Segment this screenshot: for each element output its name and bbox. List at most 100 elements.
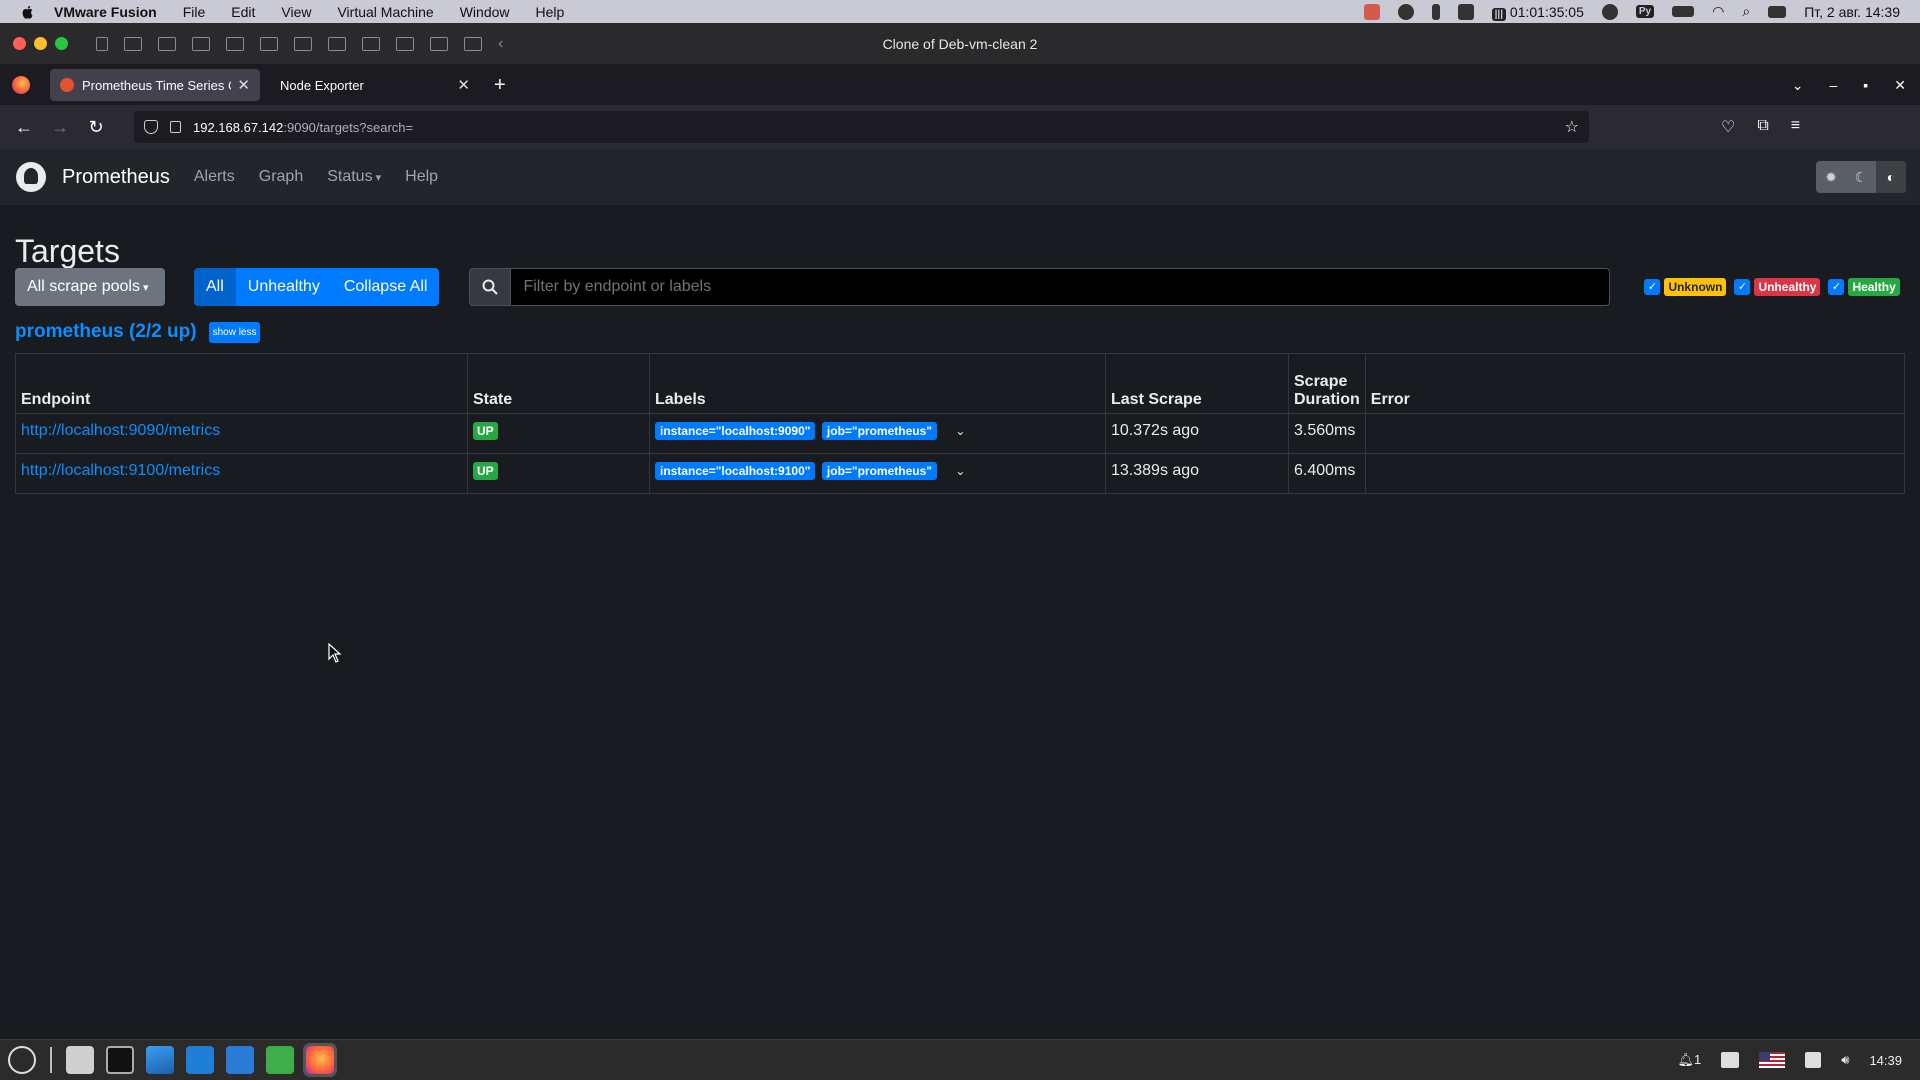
extensions-icon[interactable]: ⧉ <box>1757 117 1768 137</box>
menu-help[interactable]: Help <box>536 4 565 20</box>
k-app-icon[interactable] <box>1457 3 1474 20</box>
navigation-icon[interactable] <box>1397 3 1414 20</box>
nav-alerts[interactable]: Alerts <box>194 168 235 186</box>
unknown-checkbox[interactable]: ✓ <box>1644 279 1661 295</box>
healthy-checkbox[interactable]: ✓ <box>1828 279 1845 295</box>
url-bar[interactable]: 192.168.67.142:9090/targets?search= ☆ <box>134 111 1589 143</box>
tracking-protection-icon[interactable] <box>144 120 158 134</box>
wireshark-icon[interactable] <box>146 1046 174 1074</box>
control-center-icon[interactable] <box>1768 5 1787 18</box>
brand-link[interactable]: Prometheus <box>62 166 170 189</box>
snapshot-icon[interactable] <box>158 36 176 51</box>
settings-wrench-icon[interactable] <box>192 36 210 51</box>
start-menu-icon[interactable] <box>8 1046 36 1074</box>
location-pin-icon[interactable] <box>1431 3 1440 20</box>
scrape-pools-dropdown[interactable]: All scrape pools <box>15 268 165 306</box>
pause-icon[interactable] <box>96 36 108 51</box>
zoom-window-icon[interactable] <box>55 37 68 50</box>
disk-icon[interactable] <box>260 36 278 51</box>
endpoint-link[interactable]: http://localhost:9090/metrics <box>21 422 220 439</box>
writer-icon[interactable] <box>226 1046 254 1074</box>
input-language[interactable]: Ру <box>1635 5 1655 18</box>
close-tab-icon[interactable]: ✕ <box>237 76 250 94</box>
notifications-icon[interactable]: 🔔︎1 <box>1678 1052 1702 1068</box>
light-theme-icon[interactable]: ✹ <box>1816 169 1846 186</box>
taskbar-clock[interactable]: 14:39 <box>1869 1053 1902 1068</box>
bluetooth-icon[interactable] <box>430 36 448 51</box>
printer-icon[interactable] <box>1721 1052 1740 1068</box>
bookmark-star-icon[interactable]: ☆ <box>1565 117 1579 137</box>
unhealthy-checkbox[interactable]: ✓ <box>1734 279 1751 295</box>
collapse-toolbar-icon[interactable]: ‹ <box>498 35 516 51</box>
scrape-pool-link[interactable]: prometheus (2/2 up) <box>15 321 197 343</box>
app-status-icon[interactable] <box>1363 3 1380 20</box>
close-window-icon[interactable] <box>13 37 26 50</box>
endpoint-link[interactable]: http://localhost:9100/metrics <box>21 462 220 479</box>
close-tab-icon[interactable]: ✕ <box>457 76 470 94</box>
sound-icon[interactable] <box>328 36 346 51</box>
table-row: http://localhost:9090/metrics UP instanc… <box>15 413 1906 454</box>
battery-icon[interactable] <box>1672 6 1695 17</box>
network-icon[interactable] <box>1805 1052 1822 1068</box>
search-input[interactable] <box>511 268 1611 306</box>
auto-theme-icon[interactable]: ◐ <box>1876 161 1906 193</box>
pocket-icon[interactable]: ♡ <box>1721 117 1735 137</box>
calc-icon[interactable] <box>266 1046 294 1074</box>
expand-labels-chevron-icon[interactable]: ⌄ <box>955 464 965 478</box>
share-icon[interactable] <box>226 36 244 51</box>
volume-icon[interactable]: 🔊︎ <box>1841 1052 1849 1068</box>
hamburger-menu-icon[interactable]: ≡ <box>1791 117 1800 137</box>
stop-icon[interactable] <box>124 36 142 51</box>
spotlight-search-icon[interactable]: ⌕ <box>1742 3 1750 20</box>
maximize-icon[interactable]: ▪ <box>1863 77 1868 93</box>
vscode-icon[interactable] <box>186 1046 214 1074</box>
page-title: Targets <box>15 233 120 269</box>
close-icon[interactable]: ✕ <box>1894 77 1906 94</box>
wifi-icon[interactable]: ◠ <box>1712 3 1724 20</box>
health-filters: ✓ Unknown ✓ Unhealthy ✓ Healthy <box>1644 278 1903 296</box>
minimize-window-icon[interactable] <box>34 37 47 50</box>
play-icon[interactable] <box>1601 3 1618 20</box>
window-controls <box>13 37 68 50</box>
firefox-menu-icon[interactable] <box>12 76 30 94</box>
back-icon[interactable]: ← <box>6 117 42 138</box>
timer-display[interactable]: ||| 01:01:35:05 <box>1491 4 1584 21</box>
dark-theme-icon[interactable]: ☾ <box>1846 169 1876 186</box>
expand-labels-chevron-icon[interactable]: ⌄ <box>955 424 965 438</box>
label-badge: job="prometheus" <box>821 422 937 440</box>
tab-node-exporter[interactable]: Node Exporter ✕ <box>270 69 480 101</box>
tab-prometheus[interactable]: Prometheus Time Series Colle ✕ <box>50 69 260 101</box>
menubar-datetime[interactable]: Пт, 2 авг. 14:39 <box>1804 4 1900 20</box>
minimize-icon[interactable]: – <box>1830 77 1838 93</box>
collapse-all-button[interactable]: Collapse All <box>331 268 440 306</box>
new-tab-button[interactable]: + <box>494 74 506 97</box>
show-less-button[interactable]: show less <box>208 321 261 343</box>
filter-all-button[interactable]: All <box>194 268 236 306</box>
prometheus-logo-icon[interactable] <box>16 162 46 192</box>
forward-icon[interactable]: → <box>42 117 78 138</box>
page-info-icon[interactable] <box>170 121 181 133</box>
camera-icon[interactable] <box>362 36 380 51</box>
terminal-icon[interactable] <box>106 1046 134 1074</box>
usb-icon[interactable] <box>396 36 414 51</box>
menu-file[interactable]: File <box>183 4 206 20</box>
menu-window[interactable]: Window <box>460 4 510 20</box>
menu-view[interactable]: View <box>281 4 311 20</box>
filter-unhealthy-button[interactable]: Unhealthy <box>235 268 332 306</box>
network-icon[interactable] <box>464 36 482 51</box>
printer-icon[interactable] <box>294 36 312 51</box>
menu-virtual-machine[interactable]: Virtual Machine <box>337 4 433 20</box>
file-manager-icon[interactable] <box>66 1046 94 1074</box>
reload-icon[interactable]: ↻ <box>78 117 114 138</box>
firefox-icon[interactable] <box>303 1043 337 1077</box>
apple-icon[interactable] <box>20 4 36 20</box>
nav-status-dropdown[interactable]: Status <box>327 168 381 186</box>
nav-graph[interactable]: Graph <box>259 168 303 186</box>
keyboard-layout-flag-icon[interactable] <box>1759 1052 1786 1068</box>
table-row: http://localhost:9100/metrics UP instanc… <box>15 453 1906 494</box>
list-all-tabs-icon[interactable]: ⌄ <box>1792 77 1804 94</box>
col-scrape-duration: Scrape Duration <box>1288 353 1366 414</box>
app-name[interactable]: VMware Fusion <box>54 4 157 20</box>
menu-edit[interactable]: Edit <box>231 4 255 20</box>
nav-help[interactable]: Help <box>405 168 438 186</box>
